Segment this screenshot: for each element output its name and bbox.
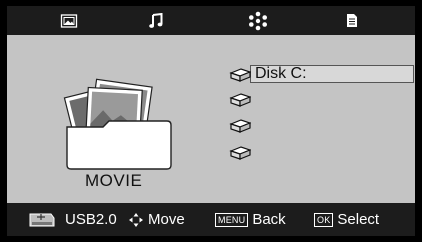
- source-label: USB2.0: [65, 211, 117, 228]
- back-hint[interactable]: MENU Back: [215, 203, 286, 236]
- select-hint[interactable]: OK Select: [314, 203, 379, 236]
- tab-text[interactable]: [322, 6, 382, 35]
- preview-label: MOVIE: [85, 171, 143, 190]
- status-bar: USB2.0 Move MENU Back OK Select: [7, 203, 415, 236]
- hard-drive-icon[interactable]: [229, 67, 251, 83]
- tab-music[interactable]: [126, 6, 186, 35]
- photo-icon: [60, 13, 78, 28]
- folder-with-photos-icon: [63, 78, 172, 170]
- music-note-icon: [149, 12, 163, 28]
- menu-key-badge: MENU: [215, 212, 249, 227]
- move-label: Move: [148, 211, 185, 228]
- tab-movie[interactable]: [228, 6, 288, 35]
- hard-drive-icon[interactable]: [229, 145, 251, 161]
- drive-label-1[interactable]: Disk C:: [255, 65, 307, 83]
- media-type-tabbar: [7, 6, 415, 35]
- ok-key-badge: OK: [314, 212, 334, 227]
- document-icon: [347, 14, 357, 27]
- hard-drive-icon[interactable]: [229, 92, 251, 108]
- hard-drive-icon[interactable]: [229, 118, 251, 134]
- tab-photo[interactable]: [39, 6, 99, 35]
- move-hint: Move: [128, 203, 185, 236]
- usb-source: USB2.0: [27, 203, 117, 236]
- film-reel-icon: [249, 11, 267, 30]
- direction-arrows-icon: [129, 212, 143, 227]
- usb-drive-icon: [29, 213, 55, 226]
- content-panel: MOVIE Disk C:: [7, 35, 415, 203]
- select-label: Select: [337, 211, 380, 228]
- media-player-screen: MOVIE Disk C: USB2.0 Move MENU Back OK S…: [0, 0, 422, 242]
- back-label: Back: [252, 211, 286, 228]
